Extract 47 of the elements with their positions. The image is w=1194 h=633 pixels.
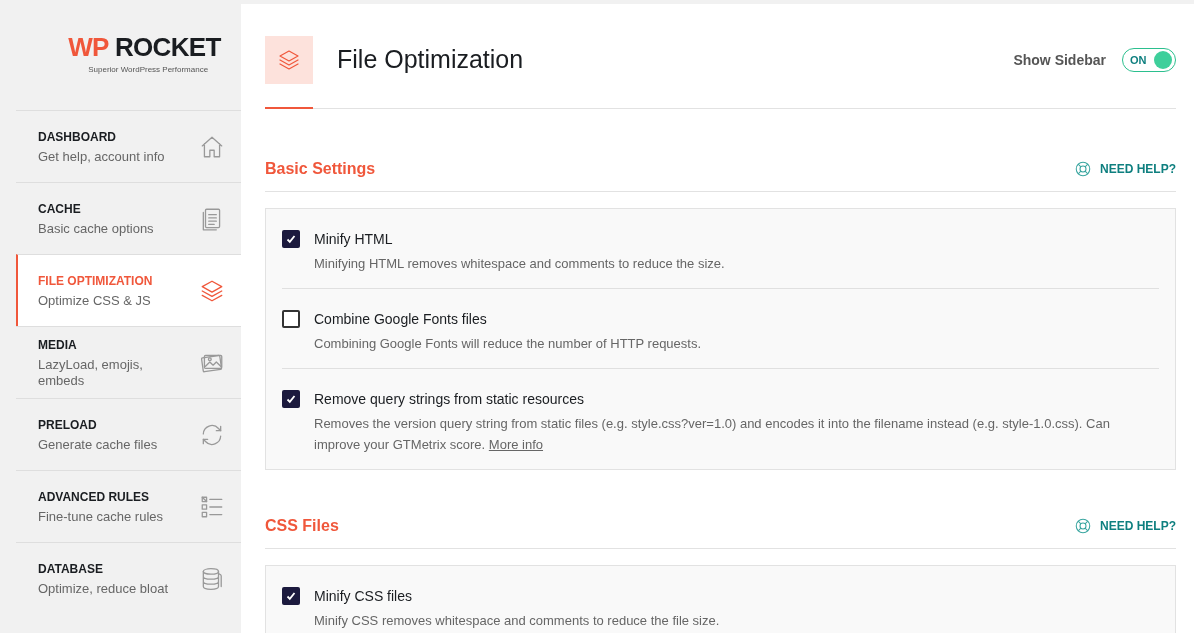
item-subtitle: Generate cache files (38, 437, 159, 453)
item-title: PRELOAD (38, 417, 98, 434)
option-label: Remove query strings from static resources (314, 390, 585, 409)
sidebar-item[interactable]: FILE OPTIMIZATION Optimize CSS & JS (16, 254, 241, 326)
item-title: ADVANCED RULES (38, 489, 151, 506)
toggle-knob (1154, 51, 1172, 69)
checkmark-icon (285, 590, 297, 602)
sidebar-item[interactable]: ADVANCED RULES Fine-tune cache rules (16, 470, 241, 542)
option-description: Removes the version query string from static files (e.g. style.css?ver=1.0) and encodes it into the filename instead (e.g. style-1.0.css). Can improve your GTMetrix score. More info (314, 415, 1111, 454)
sidebar-item[interactable]: DASHBOARD Get help, account info (16, 110, 241, 182)
layers-icon (277, 48, 301, 72)
need-help-link[interactable]: NEED HELP? (1074, 160, 1176, 178)
checkbox[interactable] (282, 587, 300, 605)
checkbox[interactable] (282, 310, 300, 328)
item-title: DASHBOARD (38, 129, 117, 146)
item-subtitle: Basic cache options (38, 221, 155, 237)
more-info-link[interactable]: More info (488, 437, 544, 452)
page-title: File Optimization (337, 44, 524, 76)
item-title: CACHE (38, 201, 82, 218)
item-subtitle: Optimize CSS & JS (38, 293, 152, 309)
option-description: Minifying HTML removes whitespace and comments to reduce the size. (314, 255, 725, 273)
lifebuoy-icon (1074, 517, 1092, 535)
checkmark-icon (285, 233, 297, 245)
option-label: Minify CSS files (314, 587, 414, 606)
sidebar-item[interactable]: DATABASE Optimize, reduce bloat (16, 542, 241, 614)
checkmark-icon (285, 393, 297, 405)
item-title: MEDIA (38, 337, 78, 354)
item-subtitle: Optimize, reduce bloat (38, 581, 170, 597)
checkbox[interactable] (282, 230, 300, 248)
lifebuoy-icon (1074, 160, 1092, 178)
logo: WP ROCKET Superior WordPress Performance (68, 34, 221, 76)
section-title: Basic Settings (265, 159, 376, 179)
option-label: Minify HTML (314, 230, 394, 249)
item-title: FILE OPTIMIZATION (38, 273, 154, 290)
sidebar-item[interactable]: PRELOAD Generate cache files (16, 398, 241, 470)
sidebar-item[interactable]: MEDIA LazyLoad, emojis, embeds (16, 326, 241, 398)
item-subtitle: Get help, account info (38, 149, 166, 165)
section-title: CSS Files (265, 516, 339, 536)
checkbox[interactable] (282, 390, 300, 408)
option-description: Minify CSS removes whitespace and comments to reduce the file size. (314, 612, 720, 630)
item-title: DATABASE (38, 561, 104, 578)
toggle-label: Show Sidebar (1013, 50, 1106, 70)
option-description: Combining Google Fonts will reduce the number of HTTP requests. (314, 335, 702, 353)
item-subtitle: Fine-tune cache rules (38, 509, 164, 525)
need-help-link[interactable]: NEED HELP? (1074, 517, 1176, 535)
option-label: Combine Google Fonts files (314, 310, 488, 329)
item-subtitle: LazyLoad, emojis, embeds (38, 357, 144, 389)
